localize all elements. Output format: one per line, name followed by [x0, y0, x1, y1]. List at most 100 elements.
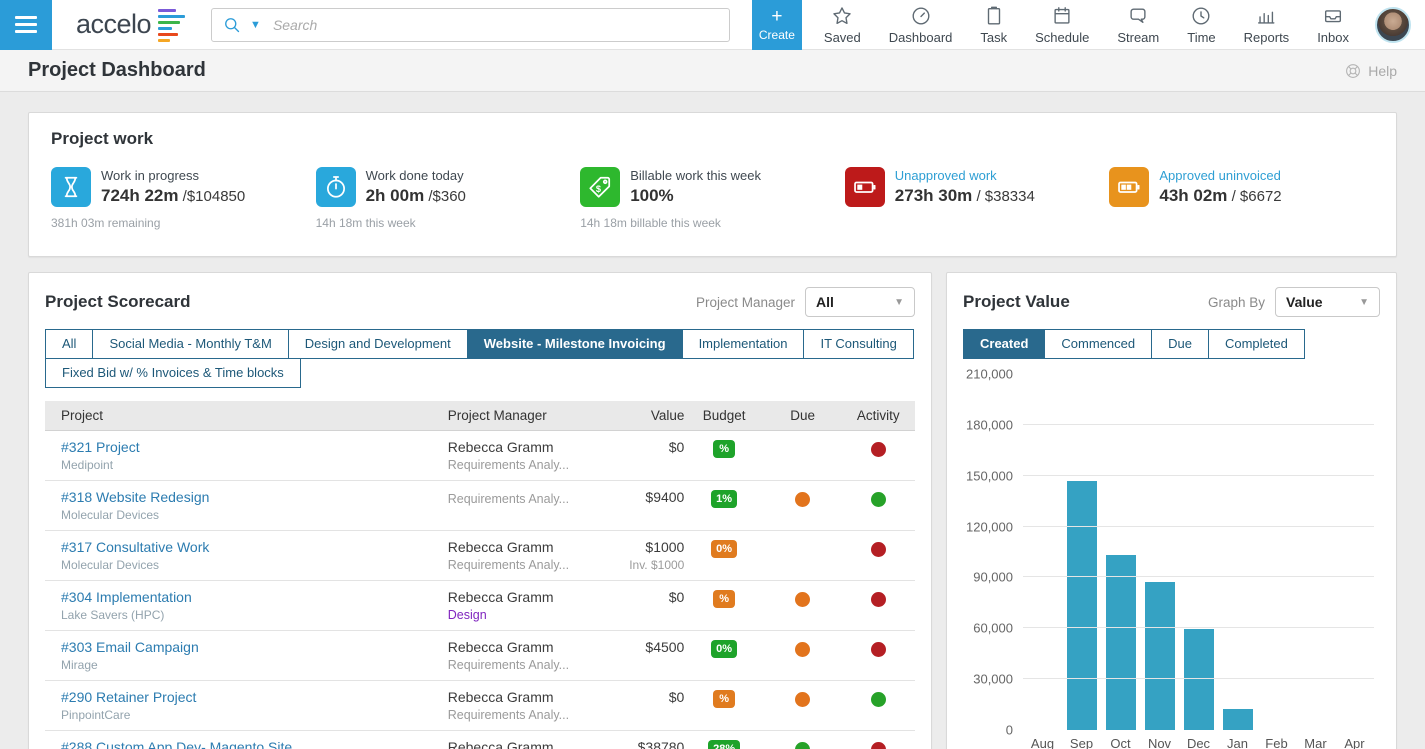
chart-x-axis: Aug 15Sep 15Oct 15Nov 15Dec 15Jan 16Feb …	[1023, 736, 1374, 749]
nav-item-time[interactable]: Time	[1173, 5, 1229, 45]
x-axis-label: Apr 16	[1336, 736, 1374, 749]
tab-due[interactable]: Due	[1151, 329, 1209, 359]
budget-cell: %	[684, 689, 764, 708]
tab-completed[interactable]: Completed	[1208, 329, 1305, 359]
project-link[interactable]: #318 Website Redesign	[61, 489, 448, 505]
star-icon	[831, 5, 853, 27]
stat-subtext: 14h 18m this week	[316, 216, 581, 230]
gridline	[1023, 678, 1374, 679]
nav-item-saved[interactable]: Saved	[810, 5, 875, 45]
help-button[interactable]: Help	[1344, 62, 1397, 80]
tab-design-and-development[interactable]: Design and Development	[288, 329, 468, 359]
project-value: $0	[597, 439, 684, 455]
tab-created[interactable]: Created	[963, 329, 1045, 359]
project-link[interactable]: #303 Email Campaign	[61, 639, 448, 655]
tab-it-consulting[interactable]: IT Consulting	[803, 329, 913, 359]
tab-implementation[interactable]: Implementation	[682, 329, 805, 359]
graph-by-select[interactable]: Value ▼	[1275, 287, 1380, 317]
inbox-icon	[1322, 5, 1344, 27]
bar-dec-15[interactable]	[1184, 629, 1214, 730]
manager-name: Rebecca Gramm	[448, 739, 597, 749]
nav-item-reports[interactable]: Reports	[1230, 5, 1304, 45]
budget-badge: %	[713, 690, 735, 708]
project-client: PinpointCare	[61, 708, 448, 722]
manager-role: Requirements Analy...	[448, 558, 597, 572]
lifebuoy-icon	[1344, 62, 1362, 80]
y-axis-label: 90,000	[973, 570, 1013, 585]
project-cell: #304 ImplementationLake Savers (HPC)	[45, 589, 448, 622]
table-row: #290 Retainer ProjectPinpointCareRebecca…	[45, 681, 915, 731]
project-link[interactable]: #288 Custom App Dev- Magento Site	[61, 739, 448, 749]
budget-badge: 1%	[711, 490, 737, 508]
stat-label: Billable work this week	[630, 168, 761, 183]
scorecard-table: ProjectProject ManagerValueBudgetDueActi…	[45, 401, 915, 749]
search-input[interactable]	[273, 9, 719, 41]
budget-cell: 0%	[684, 639, 764, 658]
bar-slot	[1258, 374, 1296, 730]
project-link[interactable]: #304 Implementation	[61, 589, 448, 605]
budget-badge: %	[713, 440, 735, 458]
calendar-icon	[1051, 5, 1073, 27]
nav-item-label: Dashboard	[889, 30, 953, 45]
stat-label[interactable]: Unapproved work	[895, 168, 1035, 183]
project-cell: #317 Consultative WorkMolecular Devices	[45, 539, 448, 572]
activity-cell	[841, 589, 915, 612]
nav-item-dashboard[interactable]: Dashboard	[875, 5, 967, 45]
user-avatar[interactable]	[1375, 7, 1411, 43]
bar-oct-15[interactable]	[1106, 555, 1136, 730]
menu-icon[interactable]	[0, 0, 52, 50]
nav-item-inbox[interactable]: Inbox	[1303, 5, 1363, 45]
gridline	[1023, 576, 1374, 577]
tab-commenced[interactable]: Commenced	[1044, 329, 1152, 359]
activity-status-dot	[871, 592, 886, 607]
bar-sep-15[interactable]	[1067, 481, 1097, 730]
tab-social-media-monthly-t-m[interactable]: Social Media - Monthly T&M	[92, 329, 288, 359]
manager-cell: Rebecca GrammRequirements Analy...	[448, 439, 597, 472]
manager-role: Requirements Analy...	[448, 708, 597, 722]
tab-website-milestone-invoicing[interactable]: Website - Milestone Invoicing	[467, 329, 683, 359]
create-button[interactable]: + Create	[752, 0, 802, 50]
battery-low-icon	[845, 167, 885, 207]
nav-item-schedule[interactable]: Schedule	[1021, 5, 1103, 45]
column-header-value[interactable]: Value	[597, 408, 684, 423]
tab-all[interactable]: All	[45, 329, 93, 359]
x-axis-label: Dec 15	[1180, 736, 1218, 749]
tab-fixed-bid-w-invoices-time-blocks[interactable]: Fixed Bid w/ % Invoices & Time blocks	[45, 358, 301, 388]
table-row: #318 Website Redesign Molecular DevicesRe…	[45, 481, 915, 531]
activity-status-dot	[871, 442, 886, 457]
project-link[interactable]: #317 Consultative Work	[61, 539, 448, 555]
project-link[interactable]: #321 Project	[61, 439, 448, 455]
chat-icon	[1127, 5, 1149, 27]
activity-cell	[841, 439, 915, 462]
search-scope-caret-icon[interactable]: ▼	[250, 19, 261, 31]
column-header-budget[interactable]: Budget	[684, 408, 764, 423]
column-header-due[interactable]: Due	[764, 408, 842, 423]
nav-item-stream[interactable]: Stream	[1103, 5, 1173, 45]
column-header-activity[interactable]: Activity	[841, 408, 915, 423]
top-nav: accelo ▼ + Create Saved Dashboard TaskSche…	[0, 0, 1425, 50]
search-icon[interactable]	[222, 15, 242, 35]
budget-badge: %	[713, 590, 735, 608]
tag-icon: $	[580, 167, 620, 207]
nav-item-task[interactable]: Task	[966, 5, 1021, 45]
column-header-project-manager[interactable]: Project Manager	[448, 408, 597, 423]
column-header-project[interactable]: Project	[45, 408, 448, 423]
gauge-icon	[910, 5, 932, 27]
nav-item-label: Reports	[1244, 30, 1290, 45]
y-axis-label: 210,000	[966, 367, 1013, 382]
nav-item-label: Time	[1187, 30, 1215, 45]
bar-jan-16[interactable]	[1223, 709, 1253, 730]
project-link[interactable]: #290 Retainer Project	[61, 689, 448, 705]
manager-cell: Requirements Analy...	[448, 489, 597, 506]
project-client: Mirage	[61, 658, 448, 672]
project-client: Molecular Devices	[61, 508, 448, 522]
project-cell: #318 Website Redesign Molecular Devices	[45, 489, 448, 522]
stat-value: 43h 02m / $6672	[1159, 186, 1281, 206]
bar-nov-15[interactable]	[1145, 582, 1175, 730]
manager-role[interactable]: Design	[448, 608, 597, 622]
accelo-logo[interactable]: accelo	[52, 7, 211, 43]
bar-slot	[1180, 374, 1218, 730]
activity-cell	[841, 639, 915, 662]
project-manager-select[interactable]: All ▼	[805, 287, 915, 317]
stat-label[interactable]: Approved uninvoiced	[1159, 168, 1281, 183]
